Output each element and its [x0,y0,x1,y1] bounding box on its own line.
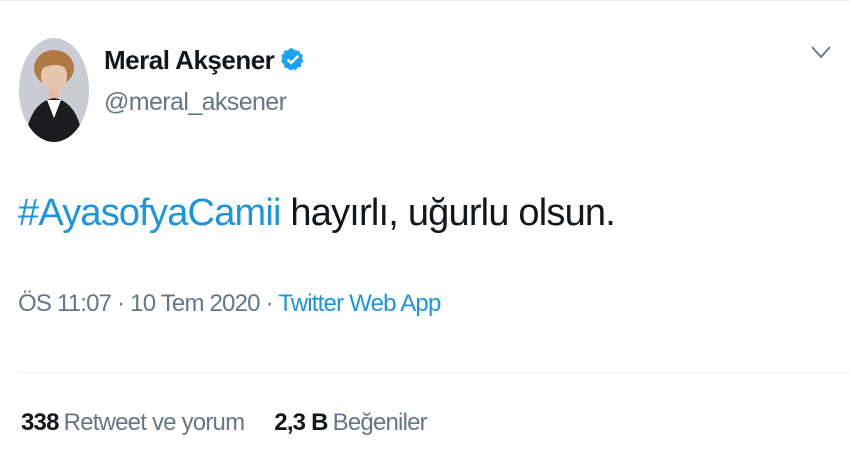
avatar-image [19,38,89,142]
author-name[interactable]: Meral Akşener [104,45,275,76]
tweet-text: #AyasofyaCamii hayırlı, uğurlu olsun. [18,192,616,235]
chevron-down-icon[interactable] [810,44,832,60]
retweets-label: Retweet ve yorum [63,409,245,436]
tweet-body: hayırlı, uğurlu olsun. [280,192,616,234]
meta-separator: · [111,290,131,317]
likes-label: Beğeniler [332,409,428,436]
retweets-stat[interactable]: 338 Retweet ve yorum [21,409,245,437]
tweet-stats: 338 Retweet ve yorum 2,3 B Beğeniler [21,409,428,437]
retweets-count: 338 [21,409,59,436]
tweet-meta: ÖS 11:07 · 10 Tem 2020 · Twitter Web App [18,290,441,318]
avatar[interactable] [19,38,89,142]
likes-count: 2,3 B [274,409,328,436]
meta-separator: · [259,290,279,317]
hashtag-link[interactable]: #AyasofyaCamii [18,192,281,234]
author-handle[interactable]: @meral_aksener [104,88,287,117]
stats-divider [18,372,850,373]
verified-badge-icon [280,47,306,73]
tweet-time[interactable]: ÖS 11:07 [18,290,112,317]
author-name-row[interactable]: Meral Akşener [104,42,306,78]
top-divider [0,0,850,1]
tweet-card: Meral Akşener @meral_aksener #AyasofyaCa… [0,0,850,475]
likes-stat[interactable]: 2,3 B Beğeniler [274,409,427,437]
tweet-date[interactable]: 10 Tem 2020 [130,290,260,317]
tweet-source-link[interactable]: Twitter Web App [278,290,441,317]
